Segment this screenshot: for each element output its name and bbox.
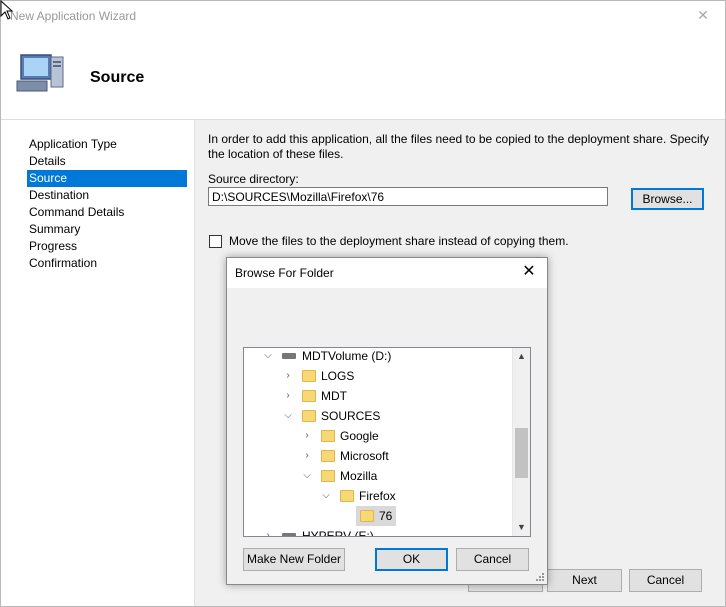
tree-item-label: LOGS <box>321 369 355 383</box>
computer-icon <box>16 54 64 92</box>
nav-item-application-type[interactable]: Application Type <box>27 136 187 153</box>
chevron-down-icon[interactable]: ⌵ <box>262 348 274 366</box>
tree-item-mozilla[interactable]: ⌵ Mozilla <box>244 466 512 486</box>
tree-item-sources[interactable]: ⌵ SOURCES <box>244 406 512 426</box>
source-directory-input[interactable] <box>208 187 608 206</box>
tree-item-mdtvolume[interactable]: ⌵ MDTVolume (D:) <box>244 348 512 366</box>
close-icon[interactable]: ✕ <box>695 7 711 23</box>
chevron-down-icon[interactable]: ⌵ <box>320 486 332 506</box>
folder-tree[interactable]: ⌵ MDTVolume (D:) › LOGS › MDT ⌵ SOURCES … <box>243 347 531 537</box>
folder-icon <box>321 430 335 442</box>
tree-item-microsoft[interactable]: › Microsoft <box>244 446 512 466</box>
nav-item-command-details[interactable]: Command Details <box>27 204 187 221</box>
dialog-title: Browse For Folder <box>235 266 334 280</box>
instructions-text: In order to add this application, all th… <box>208 132 709 161</box>
chevron-right-icon[interactable]: › <box>262 526 274 536</box>
tree-item-label: Firefox <box>359 489 396 503</box>
cancel-button[interactable]: Cancel <box>629 569 702 592</box>
nav-item-summary[interactable]: Summary <box>27 221 187 238</box>
nav-item-destination[interactable]: Destination <box>27 187 187 204</box>
folder-icon <box>321 470 335 482</box>
folder-icon <box>340 490 354 502</box>
window-title: New Application Wizard <box>10 9 137 23</box>
folder-icon <box>302 370 316 382</box>
title-bar[interactable]: New Application Wizard ✕ <box>1 1 725 31</box>
nav-item-source[interactable]: Source <box>27 170 187 187</box>
chevron-down-icon[interactable]: ⌵ <box>282 406 294 426</box>
wizard-header: Source <box>1 31 725 120</box>
chevron-right-icon[interactable]: › <box>301 426 313 446</box>
tree-item-label: SOURCES <box>321 409 381 423</box>
make-new-folder-button[interactable]: Make New Folder <box>243 548 345 571</box>
nav-item-details[interactable]: Details <box>27 153 187 170</box>
tree-item-label: 76 <box>379 509 393 523</box>
mouse-cursor-icon <box>0 0 14 20</box>
move-files-checkbox[interactable] <box>209 235 222 248</box>
folder-icon <box>302 390 316 402</box>
tree-item-label: Google <box>340 429 379 443</box>
tree-item-label: Microsoft <box>340 449 389 463</box>
next-button[interactable]: Next <box>547 569 622 592</box>
tree-item-firefox[interactable]: ⌵ Firefox <box>244 486 512 506</box>
scroll-down-icon[interactable]: ▼ <box>513 519 530 536</box>
tree-item-google[interactable]: › Google <box>244 426 512 446</box>
page-title: Source <box>90 69 145 86</box>
folder-icon <box>302 410 316 422</box>
chevron-right-icon[interactable]: › <box>282 366 294 386</box>
nav-item-confirmation[interactable]: Confirmation <box>27 255 187 272</box>
wizard-steps-nav: Application Type Details Source Destinat… <box>1 120 195 606</box>
tree-item-logs[interactable]: › LOGS <box>244 366 512 386</box>
tree-item-label: Mozilla <box>340 469 378 483</box>
tree-item-label: MDT <box>321 389 347 403</box>
move-files-label[interactable]: Move the files to the deployment share i… <box>229 234 569 248</box>
chevron-right-icon[interactable]: › <box>301 446 313 466</box>
dialog-cancel-button[interactable]: Cancel <box>456 548 529 571</box>
browse-button[interactable]: Browse... <box>631 188 704 210</box>
folder-icon <box>360 510 374 522</box>
tree-scrollbar[interactable]: ▲ ▼ <box>512 348 530 536</box>
browse-for-folder-dialog: Browse For Folder ✕ ⌵ MDTVolume (D:) › L… <box>226 257 548 585</box>
dialog-close-icon[interactable]: ✕ <box>520 263 538 281</box>
tree-item-76[interactable]: 76 <box>356 506 396 526</box>
folder-icon <box>321 450 335 462</box>
chevron-down-icon[interactable]: ⌵ <box>301 466 313 486</box>
scroll-thumb[interactable] <box>515 428 528 478</box>
chevron-right-icon[interactable]: › <box>282 386 294 406</box>
dialog-title-bar[interactable]: Browse For Folder ✕ <box>227 258 547 288</box>
tree-item-mdt[interactable]: › MDT <box>244 386 512 406</box>
source-directory-label: Source directory: <box>208 172 299 186</box>
nav-item-progress[interactable]: Progress <box>27 238 187 255</box>
tree-item-label: MDTVolume (D:) <box>302 349 392 363</box>
tree-item-label: HYPERV (E:) <box>302 529 374 537</box>
scroll-up-icon[interactable]: ▲ <box>513 348 530 365</box>
drive-icon <box>282 353 296 359</box>
drive-icon <box>282 533 296 536</box>
ok-button[interactable]: OK <box>375 548 448 571</box>
resize-grip-icon[interactable] <box>535 572 545 582</box>
tree-item-hyperv[interactable]: › HYPERV (E:) <box>244 526 512 537</box>
